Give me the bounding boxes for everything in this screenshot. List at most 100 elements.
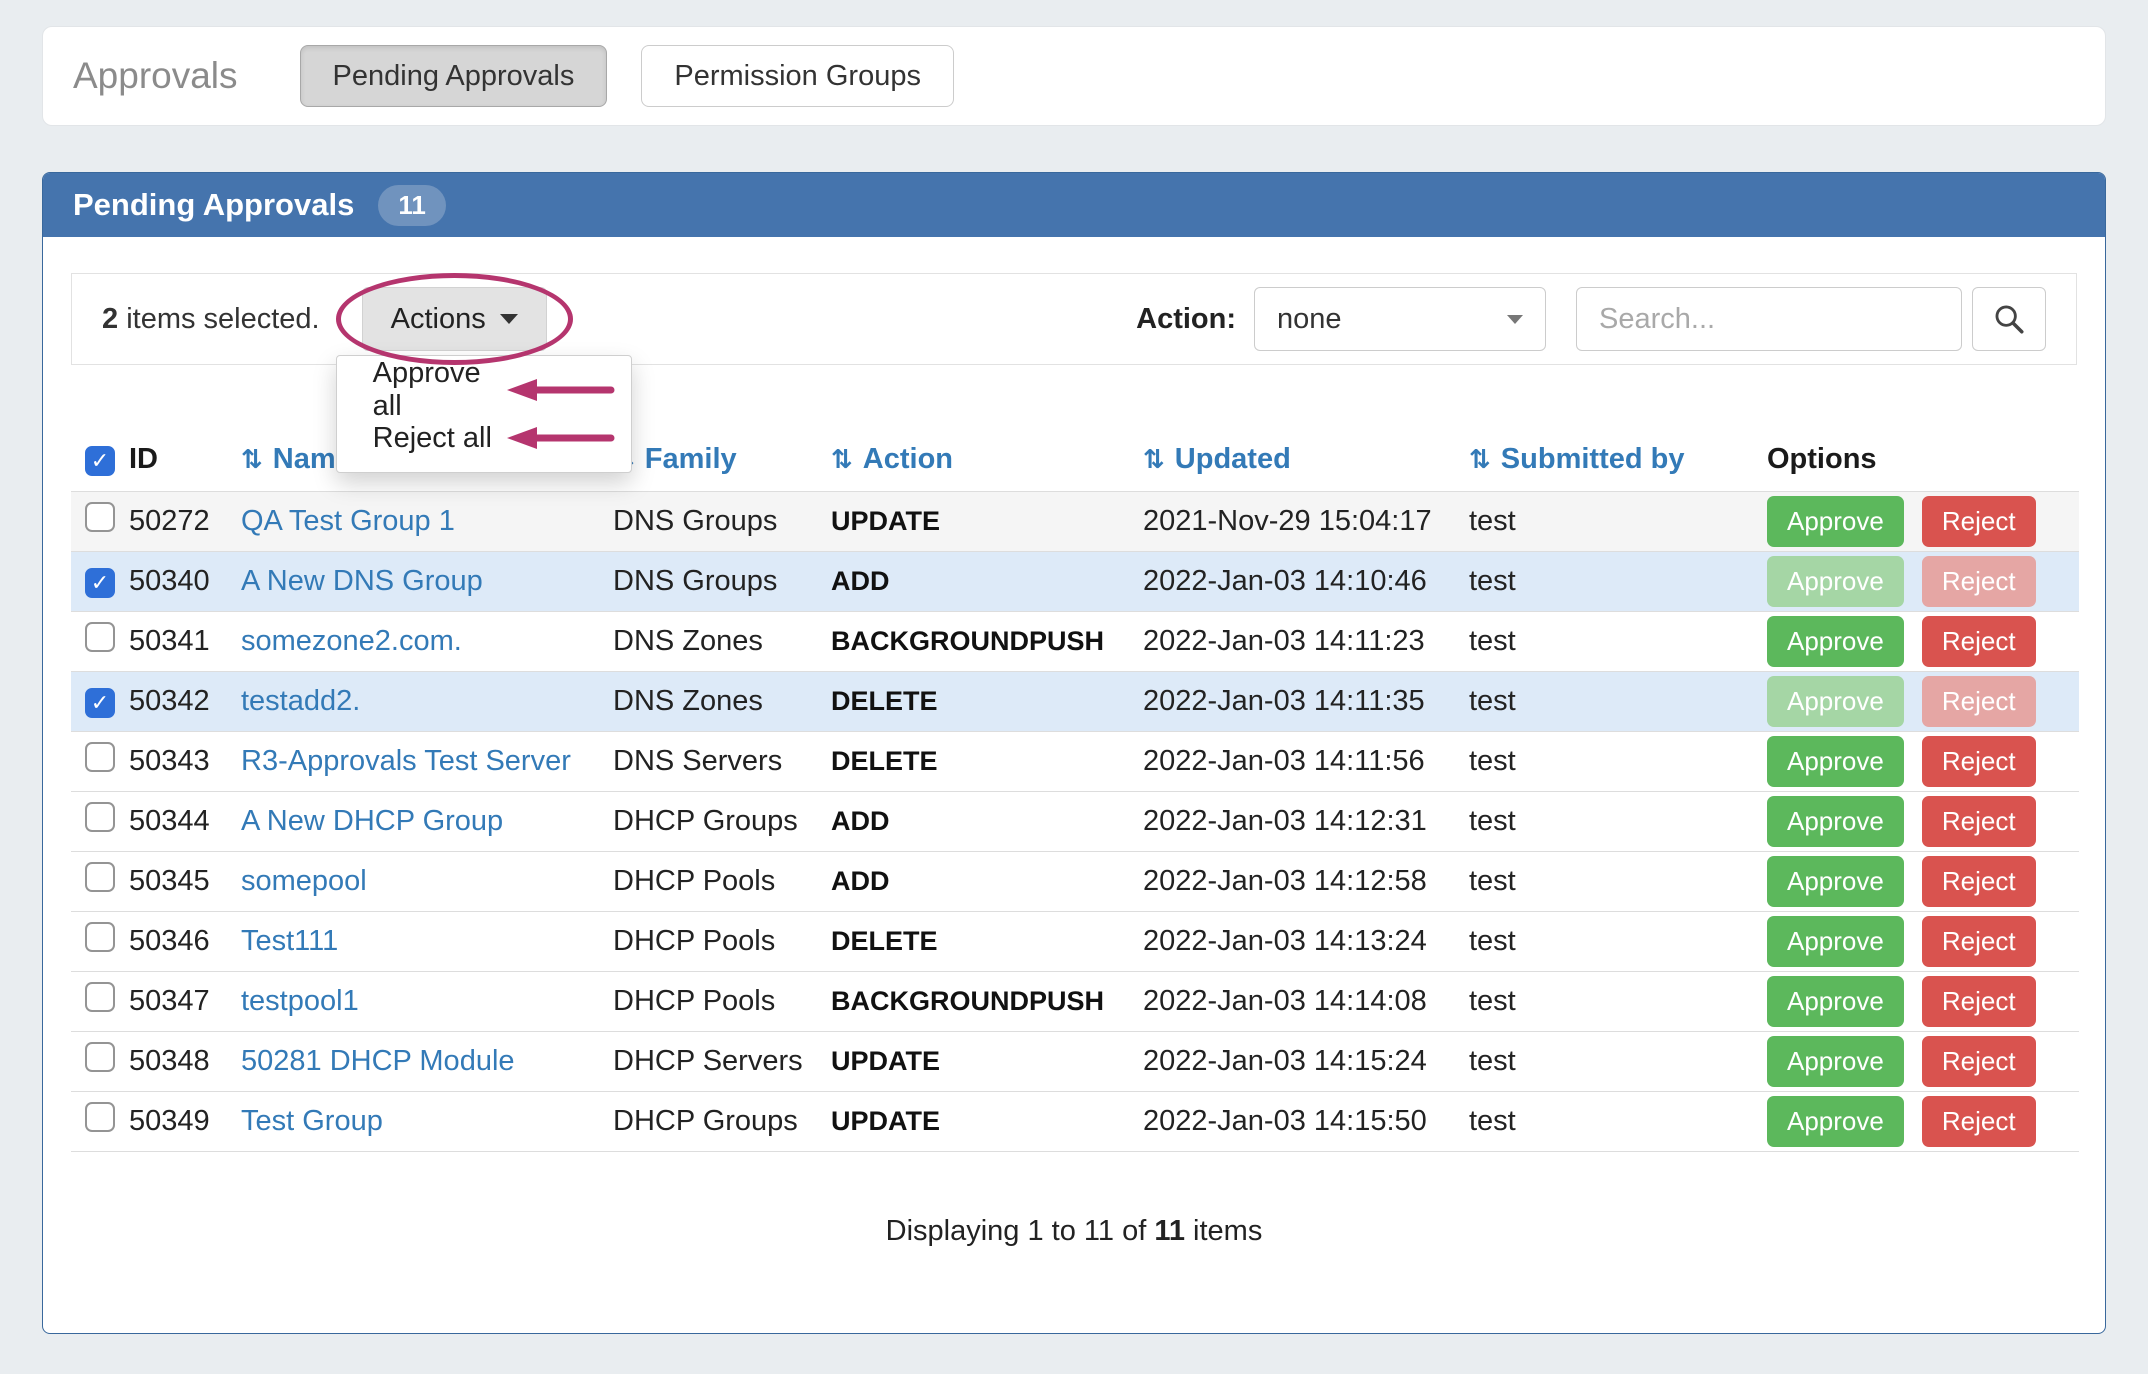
cell-action: UPDATE xyxy=(831,491,1143,551)
approve-button[interactable]: Approve xyxy=(1767,496,1904,547)
cell-submitted-by: test xyxy=(1469,551,1767,611)
row-checkbox[interactable] xyxy=(85,568,115,598)
pending-approvals-panel: Pending Approvals 11 2 items selected. A… xyxy=(42,172,2106,1334)
column-header-updated[interactable]: ⇅Updated xyxy=(1143,429,1469,491)
selected-count: 2 xyxy=(102,303,118,335)
page-title: Approvals xyxy=(73,55,238,97)
actions-dropdown: Actions Approve all Reject all xyxy=(362,287,547,351)
cell-submitted-by: test xyxy=(1469,611,1767,671)
cell-submitted-by: test xyxy=(1469,851,1767,911)
reject-button[interactable]: Reject xyxy=(1922,1036,2036,1087)
reject-button[interactable]: Reject xyxy=(1922,976,2036,1027)
row-name-link[interactable]: 50281 DHCP Module xyxy=(241,1045,515,1077)
cell-submitted-by: test xyxy=(1469,671,1767,731)
actions-button[interactable]: Actions xyxy=(362,287,547,351)
row-checkbox[interactable] xyxy=(85,802,115,832)
column-header-action[interactable]: ⇅Action xyxy=(831,429,1143,491)
action-filter-value: none xyxy=(1277,303,1342,336)
cell-action: BACKGROUNDPUSH xyxy=(831,611,1143,671)
column-header-submitted-by[interactable]: ⇅Submitted by xyxy=(1469,429,1767,491)
row-checkbox[interactable] xyxy=(85,742,115,772)
row-name-link[interactable]: A New DHCP Group xyxy=(241,805,503,837)
cell-id: 50348 xyxy=(129,1031,241,1091)
row-name-link[interactable]: somepool xyxy=(241,865,367,897)
actions-menu: Approve all Reject all xyxy=(336,355,632,473)
reject-button[interactable]: Reject xyxy=(1922,856,2036,907)
table-row: 50348 50281 DHCP Module DHCP Servers UPD… xyxy=(71,1031,2079,1091)
menu-item-reject-all[interactable]: Reject all xyxy=(337,414,631,462)
approve-button[interactable]: Approve xyxy=(1767,1096,1904,1147)
row-checkbox[interactable] xyxy=(85,862,115,892)
reject-button[interactable]: Reject xyxy=(1922,796,2036,847)
cell-action: ADD xyxy=(831,791,1143,851)
approve-button[interactable]: Approve xyxy=(1767,676,1904,727)
row-name-link[interactable]: R3-Approvals Test Server xyxy=(241,745,571,777)
selected-label: items selected. xyxy=(118,303,319,335)
approve-button[interactable]: Approve xyxy=(1767,976,1904,1027)
row-checkbox[interactable] xyxy=(85,1042,115,1072)
caret-down-icon xyxy=(1507,315,1523,324)
sort-icon: ⇅ xyxy=(241,445,263,475)
row-name-link[interactable]: testpool1 xyxy=(241,985,359,1017)
tab-permission-groups[interactable]: Permission Groups xyxy=(641,45,954,107)
cell-updated: 2022-Jan-03 14:13:24 xyxy=(1143,911,1469,971)
row-name-link[interactable]: Test Group xyxy=(241,1105,383,1137)
cell-id: 50346 xyxy=(129,911,241,971)
table-row: 50340 A New DNS Group DNS Groups ADD 202… xyxy=(71,551,2079,611)
cell-action: DELETE xyxy=(831,911,1143,971)
action-filter-select[interactable]: none xyxy=(1254,287,1546,351)
approve-button[interactable]: Approve xyxy=(1767,616,1904,667)
cell-id: 50341 xyxy=(129,611,241,671)
approve-button[interactable]: Approve xyxy=(1767,1036,1904,1087)
column-label: Submitted by xyxy=(1501,443,1685,475)
cell-id: 50349 xyxy=(129,1091,241,1151)
row-name-link[interactable]: Test111 xyxy=(241,925,338,957)
menu-item-approve-all[interactable]: Approve all xyxy=(337,366,631,414)
cell-family: DHCP Pools xyxy=(613,971,831,1031)
row-checkbox[interactable] xyxy=(85,622,115,652)
cell-action: UPDATE xyxy=(831,1091,1143,1151)
row-name-link[interactable]: QA Test Group 1 xyxy=(241,505,455,537)
cell-action: DELETE xyxy=(831,671,1143,731)
cell-id: 50342 xyxy=(129,671,241,731)
row-checkbox[interactable] xyxy=(85,922,115,952)
cell-submitted-by: test xyxy=(1469,491,1767,551)
cell-updated: 2022-Jan-03 14:11:35 xyxy=(1143,671,1469,731)
reject-button[interactable]: Reject xyxy=(1922,1096,2036,1147)
select-all-checkbox[interactable] xyxy=(85,446,115,476)
reject-button[interactable]: Reject xyxy=(1922,496,2036,547)
panel-header: Pending Approvals 11 xyxy=(43,173,2105,237)
reject-button[interactable]: Reject xyxy=(1922,556,2036,607)
approve-button[interactable]: Approve xyxy=(1767,556,1904,607)
reject-button[interactable]: Reject xyxy=(1922,916,2036,967)
column-label: Family xyxy=(645,443,737,475)
row-name-link[interactable]: A New DNS Group xyxy=(241,565,483,597)
cell-updated: 2022-Jan-03 14:15:24 xyxy=(1143,1031,1469,1091)
row-name-link[interactable]: somezone2.com. xyxy=(241,625,462,657)
reject-button[interactable]: Reject xyxy=(1922,616,2036,667)
table-row: 50342 testadd2. DNS Zones DELETE 2022-Ja… xyxy=(71,671,2079,731)
search-button[interactable] xyxy=(1972,287,2046,351)
cell-family: DNS Groups xyxy=(613,551,831,611)
column-header-family[interactable]: ⇅Family xyxy=(613,429,831,491)
approve-button[interactable]: Approve xyxy=(1767,916,1904,967)
approve-button[interactable]: Approve xyxy=(1767,796,1904,847)
row-checkbox[interactable] xyxy=(85,688,115,718)
row-checkbox[interactable] xyxy=(85,502,115,532)
reject-button[interactable]: Reject xyxy=(1922,736,2036,787)
approve-button[interactable]: Approve xyxy=(1767,856,1904,907)
approve-button[interactable]: Approve xyxy=(1767,736,1904,787)
search-input[interactable] xyxy=(1576,287,1962,351)
sort-icon: ⇅ xyxy=(831,445,853,475)
cell-id: 50272 xyxy=(129,491,241,551)
table-row: 50346 Test111 DHCP Pools DELETE 2022-Jan… xyxy=(71,911,2079,971)
reject-button[interactable]: Reject xyxy=(1922,676,2036,727)
row-checkbox[interactable] xyxy=(85,1102,115,1132)
row-name-link[interactable]: testadd2. xyxy=(241,685,360,717)
cell-updated: 2022-Jan-03 14:12:31 xyxy=(1143,791,1469,851)
search-icon xyxy=(1992,302,2026,336)
tab-pending-approvals[interactable]: Pending Approvals xyxy=(300,45,608,107)
row-checkbox[interactable] xyxy=(85,982,115,1012)
cell-family: DNS Groups xyxy=(613,491,831,551)
cell-submitted-by: test xyxy=(1469,791,1767,851)
